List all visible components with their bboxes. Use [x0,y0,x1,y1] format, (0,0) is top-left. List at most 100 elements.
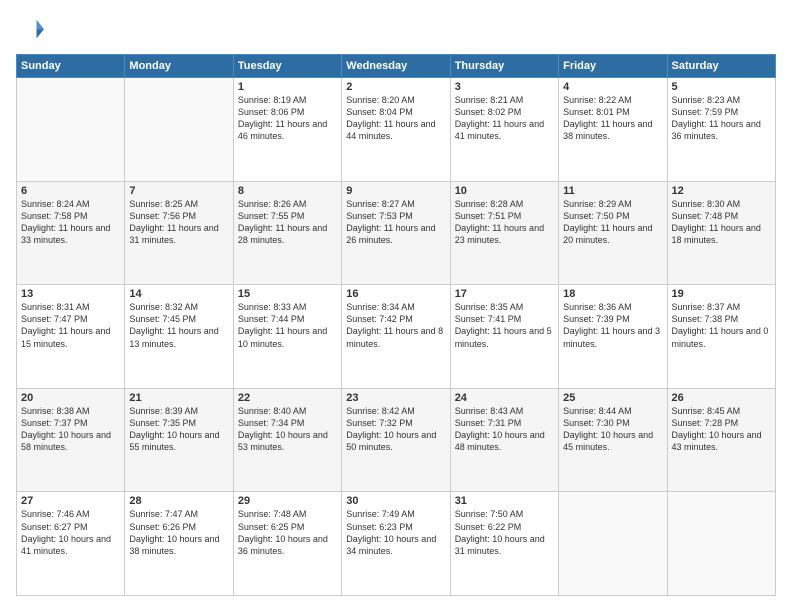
week-row-4: 20Sunrise: 8:38 AM Sunset: 7:37 PM Dayli… [17,388,776,492]
day-info: Sunrise: 8:32 AM Sunset: 7:45 PM Dayligh… [129,301,228,350]
day-info: Sunrise: 8:36 AM Sunset: 7:39 PM Dayligh… [563,301,662,350]
day-cell: 31Sunrise: 7:50 AM Sunset: 6:22 PM Dayli… [450,492,558,596]
day-cell [559,492,667,596]
day-cell: 22Sunrise: 8:40 AM Sunset: 7:34 PM Dayli… [233,388,341,492]
weekday-header-row: SundayMondayTuesdayWednesdayThursdayFrid… [17,55,776,78]
day-info: Sunrise: 8:40 AM Sunset: 7:34 PM Dayligh… [238,405,337,454]
day-number: 6 [21,185,120,197]
day-cell: 29Sunrise: 7:48 AM Sunset: 6:25 PM Dayli… [233,492,341,596]
day-cell: 16Sunrise: 8:34 AM Sunset: 7:42 PM Dayli… [342,285,450,389]
day-number: 1 [238,81,337,93]
day-number: 7 [129,185,228,197]
day-number: 28 [129,495,228,507]
day-cell: 6Sunrise: 8:24 AM Sunset: 7:58 PM Daylig… [17,181,125,285]
day-number: 23 [346,392,445,404]
day-cell: 27Sunrise: 7:46 AM Sunset: 6:27 PM Dayli… [17,492,125,596]
day-cell [125,78,233,182]
day-number: 26 [672,392,771,404]
day-cell: 2Sunrise: 8:20 AM Sunset: 8:04 PM Daylig… [342,78,450,182]
day-number: 15 [238,288,337,300]
day-cell: 25Sunrise: 8:44 AM Sunset: 7:30 PM Dayli… [559,388,667,492]
day-info: Sunrise: 8:24 AM Sunset: 7:58 PM Dayligh… [21,198,120,247]
day-number: 17 [455,288,554,300]
day-number: 24 [455,392,554,404]
calendar-table: SundayMondayTuesdayWednesdayThursdayFrid… [16,54,776,596]
day-cell: 9Sunrise: 8:27 AM Sunset: 7:53 PM Daylig… [342,181,450,285]
day-number: 9 [346,185,445,197]
day-info: Sunrise: 8:23 AM Sunset: 7:59 PM Dayligh… [672,94,771,143]
weekday-header-tuesday: Tuesday [233,55,341,78]
day-info: Sunrise: 8:19 AM Sunset: 8:06 PM Dayligh… [238,94,337,143]
day-number: 31 [455,495,554,507]
day-cell: 23Sunrise: 8:42 AM Sunset: 7:32 PM Dayli… [342,388,450,492]
day-number: 27 [21,495,120,507]
day-info: Sunrise: 8:38 AM Sunset: 7:37 PM Dayligh… [21,405,120,454]
day-number: 11 [563,185,662,197]
day-info: Sunrise: 8:21 AM Sunset: 8:02 PM Dayligh… [455,94,554,143]
weekday-header-sunday: Sunday [17,55,125,78]
day-number: 12 [672,185,771,197]
day-cell: 15Sunrise: 8:33 AM Sunset: 7:44 PM Dayli… [233,285,341,389]
day-cell: 28Sunrise: 7:47 AM Sunset: 6:26 PM Dayli… [125,492,233,596]
day-info: Sunrise: 8:25 AM Sunset: 7:56 PM Dayligh… [129,198,228,247]
day-info: Sunrise: 8:30 AM Sunset: 7:48 PM Dayligh… [672,198,771,247]
day-info: Sunrise: 7:49 AM Sunset: 6:23 PM Dayligh… [346,508,445,557]
day-number: 18 [563,288,662,300]
day-info: Sunrise: 8:39 AM Sunset: 7:35 PM Dayligh… [129,405,228,454]
weekday-header-monday: Monday [125,55,233,78]
day-cell: 17Sunrise: 8:35 AM Sunset: 7:41 PM Dayli… [450,285,558,389]
logo-icon [16,16,44,44]
day-info: Sunrise: 8:26 AM Sunset: 7:55 PM Dayligh… [238,198,337,247]
logo [16,16,48,44]
day-cell [667,492,775,596]
day-number: 19 [672,288,771,300]
day-info: Sunrise: 8:27 AM Sunset: 7:53 PM Dayligh… [346,198,445,247]
day-cell: 13Sunrise: 8:31 AM Sunset: 7:47 PM Dayli… [17,285,125,389]
day-number: 3 [455,81,554,93]
day-info: Sunrise: 8:29 AM Sunset: 7:50 PM Dayligh… [563,198,662,247]
header [16,16,776,44]
day-info: Sunrise: 7:48 AM Sunset: 6:25 PM Dayligh… [238,508,337,557]
day-info: Sunrise: 8:22 AM Sunset: 8:01 PM Dayligh… [563,94,662,143]
day-cell: 7Sunrise: 8:25 AM Sunset: 7:56 PM Daylig… [125,181,233,285]
day-cell: 26Sunrise: 8:45 AM Sunset: 7:28 PM Dayli… [667,388,775,492]
day-info: Sunrise: 7:47 AM Sunset: 6:26 PM Dayligh… [129,508,228,557]
day-number: 20 [21,392,120,404]
day-cell: 14Sunrise: 8:32 AM Sunset: 7:45 PM Dayli… [125,285,233,389]
day-cell: 1Sunrise: 8:19 AM Sunset: 8:06 PM Daylig… [233,78,341,182]
week-row-5: 27Sunrise: 7:46 AM Sunset: 6:27 PM Dayli… [17,492,776,596]
day-cell: 30Sunrise: 7:49 AM Sunset: 6:23 PM Dayli… [342,492,450,596]
day-info: Sunrise: 8:33 AM Sunset: 7:44 PM Dayligh… [238,301,337,350]
weekday-header-wednesday: Wednesday [342,55,450,78]
day-info: Sunrise: 8:28 AM Sunset: 7:51 PM Dayligh… [455,198,554,247]
day-number: 21 [129,392,228,404]
day-cell: 12Sunrise: 8:30 AM Sunset: 7:48 PM Dayli… [667,181,775,285]
day-cell: 8Sunrise: 8:26 AM Sunset: 7:55 PM Daylig… [233,181,341,285]
weekday-header-thursday: Thursday [450,55,558,78]
day-info: Sunrise: 7:50 AM Sunset: 6:22 PM Dayligh… [455,508,554,557]
day-cell: 10Sunrise: 8:28 AM Sunset: 7:51 PM Dayli… [450,181,558,285]
day-cell: 11Sunrise: 8:29 AM Sunset: 7:50 PM Dayli… [559,181,667,285]
day-info: Sunrise: 8:42 AM Sunset: 7:32 PM Dayligh… [346,405,445,454]
day-cell: 3Sunrise: 8:21 AM Sunset: 8:02 PM Daylig… [450,78,558,182]
day-info: Sunrise: 7:46 AM Sunset: 6:27 PM Dayligh… [21,508,120,557]
day-number: 10 [455,185,554,197]
day-number: 2 [346,81,445,93]
day-number: 8 [238,185,337,197]
day-number: 29 [238,495,337,507]
day-info: Sunrise: 8:20 AM Sunset: 8:04 PM Dayligh… [346,94,445,143]
day-info: Sunrise: 8:35 AM Sunset: 7:41 PM Dayligh… [455,301,554,350]
day-cell: 20Sunrise: 8:38 AM Sunset: 7:37 PM Dayli… [17,388,125,492]
day-number: 13 [21,288,120,300]
day-cell: 19Sunrise: 8:37 AM Sunset: 7:38 PM Dayli… [667,285,775,389]
weekday-header-friday: Friday [559,55,667,78]
day-info: Sunrise: 8:31 AM Sunset: 7:47 PM Dayligh… [21,301,120,350]
day-number: 22 [238,392,337,404]
week-row-2: 6Sunrise: 8:24 AM Sunset: 7:58 PM Daylig… [17,181,776,285]
day-number: 5 [672,81,771,93]
day-info: Sunrise: 8:43 AM Sunset: 7:31 PM Dayligh… [455,405,554,454]
day-number: 4 [563,81,662,93]
day-cell: 4Sunrise: 8:22 AM Sunset: 8:01 PM Daylig… [559,78,667,182]
weekday-header-saturday: Saturday [667,55,775,78]
day-number: 30 [346,495,445,507]
